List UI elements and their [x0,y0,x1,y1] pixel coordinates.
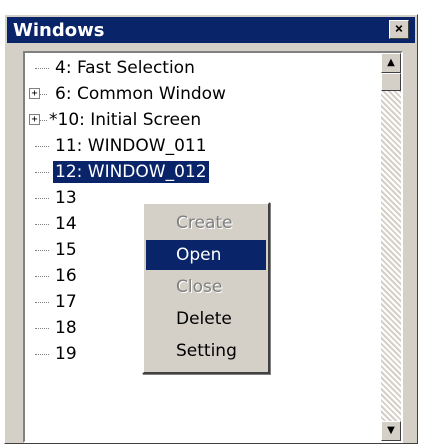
tree-item-label: 18 [55,318,77,338]
tree-connector [40,120,47,121]
menu-item-close[interactable]: Close [146,272,266,302]
close-button[interactable]: × [389,20,409,39]
tree-item-label: 11: WINDOW_011 [55,136,207,156]
tree-item[interactable]: + 6: Common Window [25,81,381,107]
tree-connector [35,172,49,173]
tree-connector [35,302,49,303]
tree-connector [35,146,49,147]
tree-item-selected[interactable]: 12: WINDOW_012 [25,159,381,185]
panel-titlebar: Windows × [7,17,415,43]
menu-item-create[interactable]: Create [146,208,266,238]
tree-item[interactable]: 11: WINDOW_011 [25,133,381,159]
arrow-up-icon: ▲ [387,57,395,68]
menu-item-setting[interactable]: Setting [146,336,266,366]
tree-item-label: 12: WINDOW_012 [53,161,209,183]
tree-item-label: 16 [55,266,77,286]
menu-item-open[interactable]: Open [146,240,266,270]
menu-item-label: Open [176,245,222,265]
scroll-down-button[interactable]: ▼ [381,421,401,441]
context-menu: Create Open Close Delete Setting [142,202,270,374]
menu-item-label: Close [176,277,223,297]
tree-item-label: 19 [55,344,77,364]
tree-item-label: *10: Initial Screen [49,110,202,130]
close-icon: × [394,21,404,37]
tree-connector [35,224,49,225]
panel-title: Windows [13,19,105,41]
tree-item-label: 13 [55,188,77,208]
tree-item-label: 14 [55,214,77,234]
tree-item[interactable]: 4: Fast Selection [25,55,381,81]
tree-connector [35,198,49,199]
plus-icon[interactable]: + [29,114,40,125]
tree-item[interactable]: + *10: Initial Screen [25,107,381,133]
vertical-scrollbar[interactable]: ▲ ▼ [381,53,401,441]
tree-connector [35,354,49,355]
tree-item-label: 6: Common Window [55,84,226,104]
menu-item-delete[interactable]: Delete [146,304,266,334]
tree-connector [35,276,49,277]
scroll-up-button[interactable]: ▲ [381,53,401,73]
tree-item-label: 17 [55,292,77,312]
scroll-thumb[interactable] [381,73,401,91]
menu-item-label: Delete [176,309,232,329]
tree-connector [35,328,49,329]
arrow-down-icon: ▼ [387,425,395,436]
tree-item-label: 4: Fast Selection [55,58,195,78]
tree-item-label: 15 [55,240,77,260]
tree-connector [35,250,49,251]
tree-connector [35,68,49,69]
menu-item-label: Create [176,213,233,233]
tree-connector [40,94,47,95]
menu-item-label: Setting [176,341,237,361]
plus-icon[interactable]: + [29,88,40,99]
